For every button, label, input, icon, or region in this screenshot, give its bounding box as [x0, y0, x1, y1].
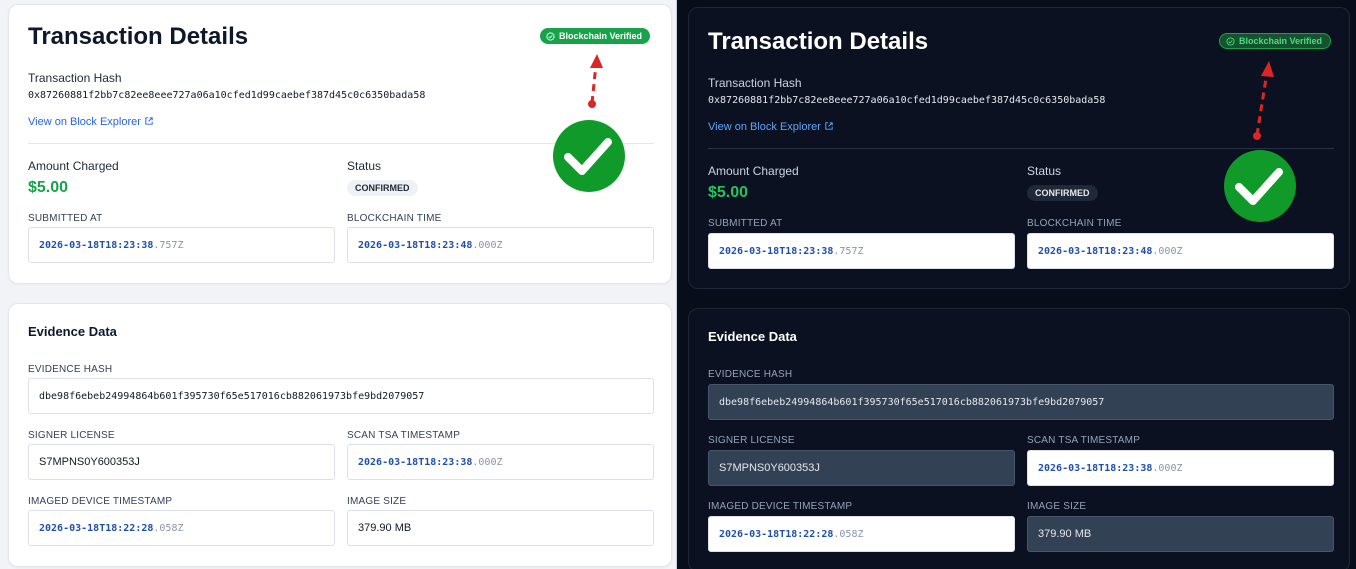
checkmark-badge-icon [553, 120, 625, 192]
annotation-overlay [1224, 61, 1296, 222]
annotation-overlay [553, 54, 625, 192]
red-dashed-arrow [588, 54, 603, 108]
dark-theme-panel: Transaction Details Blockchain Verified … [677, 0, 1356, 569]
light-theme-panel: Transaction Details Blockchain Verified … [0, 0, 676, 569]
checkmark-badge-icon [1224, 150, 1296, 222]
red-dashed-arrow [1253, 61, 1274, 140]
